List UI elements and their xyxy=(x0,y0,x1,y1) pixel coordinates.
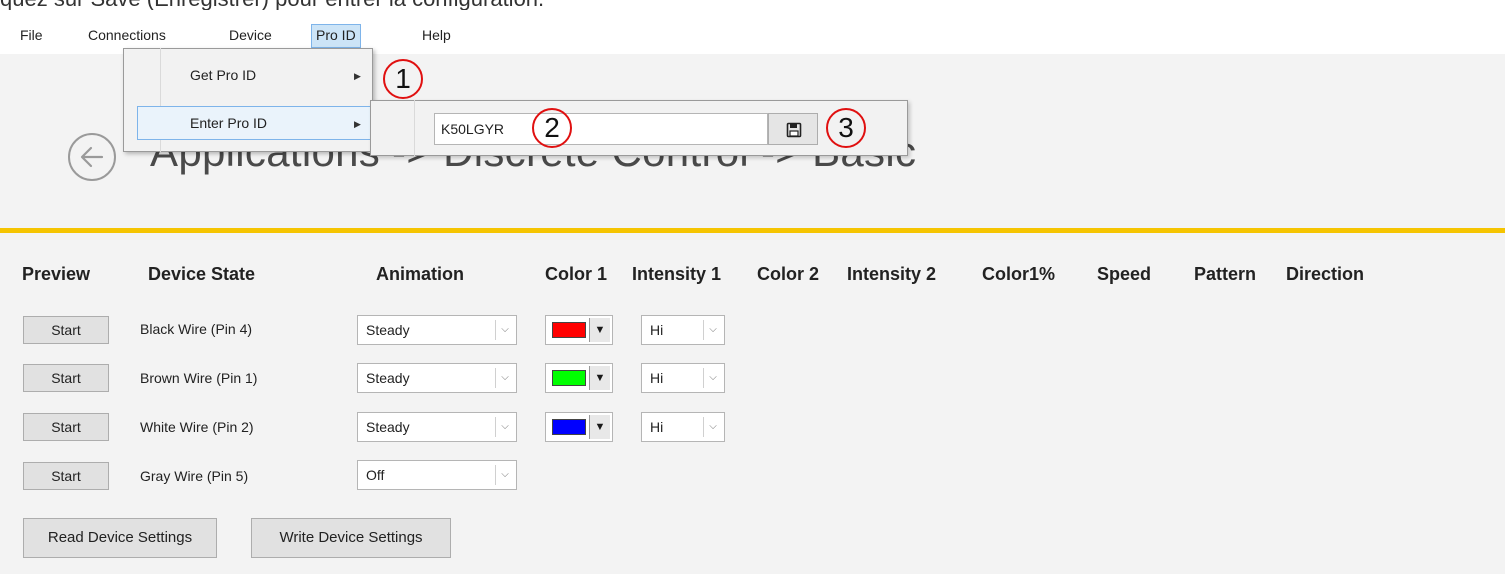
intensity1-select[interactable]: Hi ⌵ xyxy=(641,363,725,393)
header-intensity-2: Intensity 2 xyxy=(847,264,937,284)
animation-select[interactable]: Steady ⌵ xyxy=(357,363,517,393)
chevron-down-icon: ⌵ xyxy=(495,465,514,485)
start-button[interactable]: Start xyxy=(23,316,109,344)
menu-file[interactable]: File xyxy=(16,24,47,46)
start-button[interactable]: Start xyxy=(23,413,109,441)
device-state-label: Brown Wire (Pin 1) xyxy=(140,370,258,386)
header-animation: Animation xyxy=(376,264,464,284)
menu-pro-id[interactable]: Pro ID xyxy=(311,24,361,48)
color-swatch xyxy=(552,419,586,435)
intensity-value: Hi xyxy=(650,419,664,435)
submenu-arrow-icon: ▶ xyxy=(354,119,361,129)
dropdown-arrow-icon: ▼ xyxy=(589,318,610,342)
header-color-1: Color 1 xyxy=(545,264,608,284)
submenu-arrow-icon: ▶ xyxy=(354,71,361,81)
header-color-2: Color 2 xyxy=(757,264,820,284)
color1-picker[interactable]: ▼ xyxy=(545,412,613,442)
annotation-marker-1: 1 xyxy=(383,59,423,99)
header-speed: Speed xyxy=(1097,264,1152,284)
header-pattern: Pattern xyxy=(1194,264,1257,284)
color-swatch xyxy=(552,370,586,386)
animation-select[interactable]: Steady ⌵ xyxy=(357,315,517,345)
menu-device[interactable]: Device xyxy=(225,24,276,46)
chevron-down-icon: ⌵ xyxy=(703,320,722,340)
menu-item-enter-pro-id[interactable]: Enter Pro ID xyxy=(190,115,267,131)
device-state-label: Black Wire (Pin 4) xyxy=(140,321,253,337)
menu-connections[interactable]: Connections xyxy=(84,24,170,46)
dropdown-arrow-icon: ▼ xyxy=(589,415,610,439)
back-button[interactable] xyxy=(68,133,116,181)
header-preview: Preview xyxy=(22,264,91,284)
animation-value: Steady xyxy=(366,370,410,386)
animation-value: Steady xyxy=(366,322,410,338)
device-state-label: Gray Wire (Pin 5) xyxy=(140,468,249,484)
device-state-label: White Wire (Pin 2) xyxy=(140,419,254,435)
save-button[interactable] xyxy=(768,113,818,145)
animation-select[interactable]: Steady ⌵ xyxy=(357,412,517,442)
start-button[interactable]: Start xyxy=(23,462,109,490)
floppy-disk-icon xyxy=(786,122,802,138)
intensity-value: Hi xyxy=(650,370,664,386)
chevron-down-icon: ⌵ xyxy=(495,368,514,388)
menu-item-get-pro-id[interactable]: Get Pro ID xyxy=(190,67,256,83)
chevron-down-icon: ⌵ xyxy=(703,368,722,388)
animation-value: Steady xyxy=(366,419,410,435)
header-device-state: Device State xyxy=(148,264,256,284)
color-swatch xyxy=(552,322,586,338)
annotation-marker-3: 3 xyxy=(826,108,866,148)
intensity1-select[interactable]: Hi ⌵ xyxy=(641,412,725,442)
chevron-down-icon: ⌵ xyxy=(703,417,722,437)
start-button[interactable]: Start xyxy=(23,364,109,392)
read-device-settings-button[interactable]: Read Device Settings xyxy=(23,518,217,558)
color1-picker[interactable]: ▼ xyxy=(545,363,613,393)
write-device-settings-button[interactable]: Write Device Settings xyxy=(251,518,451,558)
pro-id-input[interactable]: K50LGYR xyxy=(434,113,768,145)
submenu-separator xyxy=(414,100,415,156)
header-direction: Direction xyxy=(1286,264,1365,284)
accent-divider xyxy=(0,228,1505,233)
header-intensity-1: Intensity 1 xyxy=(632,264,722,284)
intensity1-select[interactable]: Hi ⌵ xyxy=(641,315,725,345)
header-color1-percent: Color1% xyxy=(982,264,1056,284)
back-arrow-icon xyxy=(80,146,104,168)
chevron-down-icon: ⌵ xyxy=(495,417,514,437)
animation-value: Off xyxy=(366,467,385,483)
menu-help[interactable]: Help xyxy=(418,24,455,46)
intensity-value: Hi xyxy=(650,322,664,338)
animation-select[interactable]: Off ⌵ xyxy=(357,460,517,490)
color1-picker[interactable]: ▼ xyxy=(545,315,613,345)
chevron-down-icon: ⌵ xyxy=(495,320,514,340)
annotation-marker-2: 2 xyxy=(532,108,572,148)
document-caption: quez sur Save (Enregistrer) pour entrer … xyxy=(0,0,1505,10)
dropdown-arrow-icon: ▼ xyxy=(589,366,610,390)
